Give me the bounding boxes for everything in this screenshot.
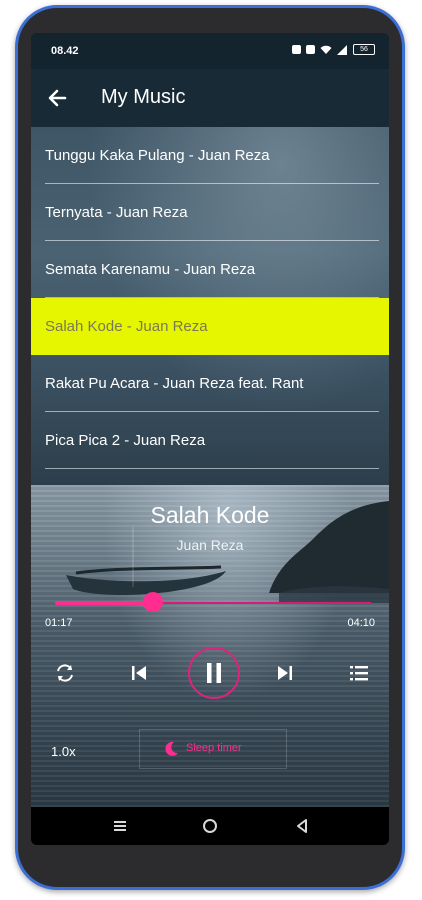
playlist-icon[interactable] (347, 661, 371, 685)
mute-icon (306, 45, 315, 54)
song-item[interactable]: Ternyata - Juan Reza (45, 184, 379, 241)
playlist: Tunggu Kaka Pulang - Juan Reza Ternyata … (31, 127, 389, 485)
repeat-icon[interactable] (53, 661, 77, 685)
seek-bar-progress (55, 601, 153, 605)
total-duration: 04:10 (347, 617, 375, 629)
elapsed-time: 01:17 (45, 617, 73, 629)
now-playing-artist: Juan Reza (176, 537, 244, 553)
pause-button[interactable] (188, 647, 240, 699)
song-item[interactable]: Rakat Pu Acara - Juan Reza feat. Rant (45, 355, 379, 412)
song-item-active[interactable]: Salah Kode - Juan Reza (31, 298, 389, 355)
wifi-icon (320, 45, 332, 54)
arrow-left-icon (48, 89, 67, 107)
status-time: 08.42 (51, 45, 79, 57)
song-item[interactable]: Tunggu Kaka Pulang - Juan Reza (45, 127, 379, 184)
now-playing-panel: Salah Kode Juan Reza 01:17 04:10 1.0x Sl… (31, 485, 389, 807)
phone-frame: 08.42 56 My Music Tunggu Kaka Pulang - J… (15, 5, 405, 890)
nfc-icon (292, 45, 301, 54)
screen: 08.42 56 My Music Tunggu Kaka Pulang - J… (31, 33, 389, 845)
song-item[interactable]: Pica Pica 2 - Juan Reza (45, 412, 379, 469)
status-bar: 08.42 56 (31, 33, 389, 69)
page-title: My Music (101, 86, 186, 108)
sleep-timer-button[interactable]: Sleep timer (139, 729, 287, 769)
playback-speed[interactable]: 1.0x (51, 744, 76, 759)
battery-icon: 56 (353, 44, 375, 55)
back-nav-icon[interactable] (293, 817, 311, 835)
back-button[interactable] (43, 83, 73, 113)
sleep-timer-label: Sleep timer (186, 742, 242, 754)
now-playing-title: Salah Kode (150, 502, 270, 528)
previous-icon[interactable] (127, 661, 151, 685)
app-toolbar: My Music (31, 69, 389, 127)
home-icon[interactable] (201, 817, 219, 835)
next-icon[interactable] (273, 661, 297, 685)
signal-icon (337, 44, 347, 55)
seek-handle[interactable] (142, 592, 163, 612)
pause-icon (207, 663, 221, 683)
system-nav-bar (31, 807, 389, 845)
moon-icon (165, 741, 178, 756)
song-item[interactable]: Semata Karenamu - Juan Reza (45, 241, 379, 298)
recent-apps-icon[interactable] (111, 817, 129, 835)
status-icons: 56 (292, 44, 375, 55)
